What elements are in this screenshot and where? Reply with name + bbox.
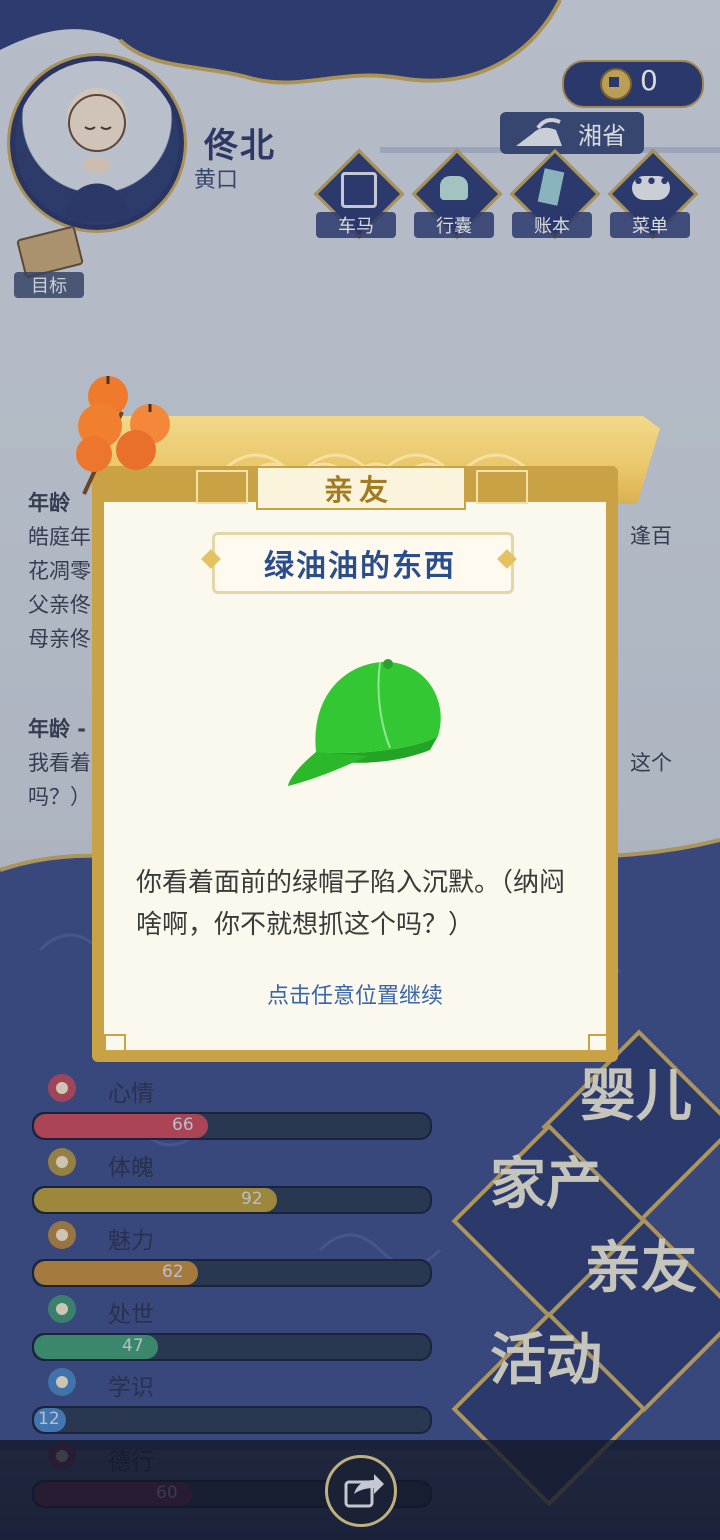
corner-ornament bbox=[588, 1034, 610, 1056]
corner-ornament bbox=[104, 1034, 126, 1056]
green-cap-icon bbox=[288, 659, 441, 786]
item-name: 绿油油的东西 bbox=[264, 549, 456, 584]
item-description: 你看着面前的绿帽子陷入沉默。（纳闷啥啊，你不就想抓这个吗？） bbox=[136, 868, 566, 940]
continue-hint[interactable]: 点击任意位置继续 bbox=[104, 978, 606, 1010]
game-scene: 佟北 黄口 0 湘省 车马 行囊 账本 ••• 菜单 目标 年龄 皓庭年 花凋零… bbox=[0, 0, 720, 1540]
dialog-ornament-left bbox=[196, 470, 248, 504]
candied-haws-icon bbox=[76, 376, 170, 495]
dialog-ornament-right bbox=[476, 470, 528, 504]
dialog-category-title: 亲友 bbox=[323, 473, 394, 507]
